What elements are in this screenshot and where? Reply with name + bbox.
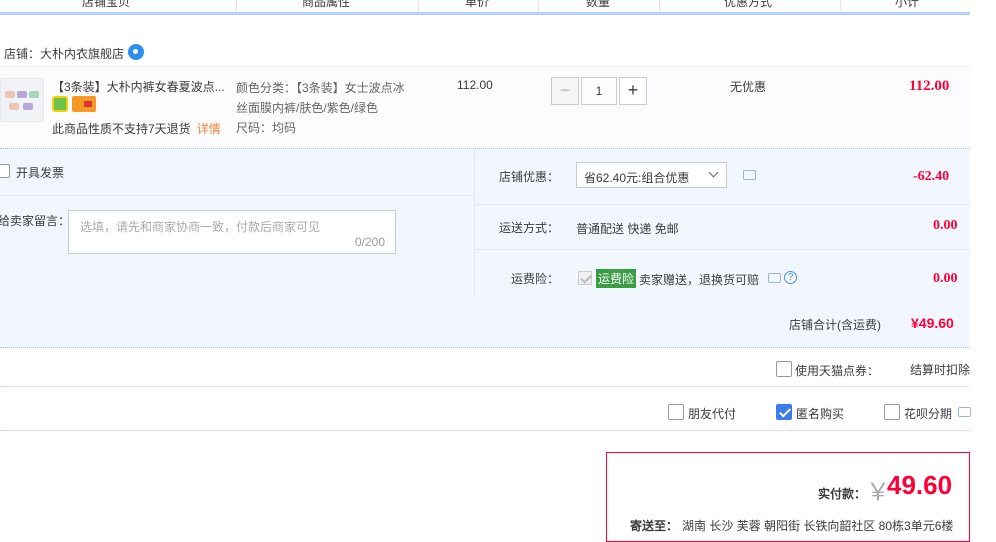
attr-size: 尺码：均码 xyxy=(236,121,297,135)
col-unit-price: 单价 xyxy=(465,0,490,9)
ship-to-label: 寄送至： xyxy=(630,519,679,533)
shop-discount-label: 店铺优惠： xyxy=(498,170,559,184)
divider xyxy=(474,148,475,296)
shipping-amount: 0.00 xyxy=(933,218,958,233)
underwear-swatch-icon xyxy=(29,91,39,98)
invoice-checkbox[interactable] xyxy=(0,164,10,178)
underwear-swatch-icon xyxy=(17,91,27,98)
discount-method: 无优惠 xyxy=(730,80,767,94)
invoice-label[interactable]: 开具发票 xyxy=(16,164,64,181)
insurance-amount: 0.00 xyxy=(933,271,958,286)
anonymous-label[interactable]: 匿名购买 xyxy=(796,405,844,422)
insurance-badge: 运费险 xyxy=(596,269,637,288)
insurance-text: 卖家赠送，退换货可赔 xyxy=(639,273,760,287)
tmall-points-note: 结算时扣除 xyxy=(910,363,971,377)
item-subtotal: 112.00 xyxy=(909,78,950,94)
huabei-label[interactable]: 花呗分期 xyxy=(904,405,952,422)
friend-pay-label[interactable]: 朋友代付 xyxy=(688,405,736,422)
comment-icon[interactable] xyxy=(958,407,971,417)
product-title-link[interactable]: 【3条装】大朴内裤女春夏波点... xyxy=(52,78,228,95)
header-underline xyxy=(0,12,970,15)
shop-total-value: ¥49.60 xyxy=(911,315,954,331)
header-divider xyxy=(538,0,539,12)
message-char-counter: 0/200 xyxy=(354,235,385,249)
unit-price: 112.00 xyxy=(457,78,493,92)
col-attributes: 商品属性 xyxy=(302,0,351,9)
divider xyxy=(475,249,970,250)
underwear-swatch-icon xyxy=(9,103,19,110)
payment-amount: 49.60 xyxy=(887,470,953,500)
shipping-method: 普通配送 快递 免邮 xyxy=(576,222,679,236)
header-divider xyxy=(418,0,419,12)
wangwang-chat-icon[interactable] xyxy=(128,44,144,60)
shipping-label: 运送方式： xyxy=(498,221,559,235)
header-divider xyxy=(840,0,841,12)
anonymous-checkbox[interactable] xyxy=(776,404,792,420)
insurance-label: 运费险： xyxy=(510,272,559,286)
payment-label: 实付款： xyxy=(818,487,867,501)
shop-discount-value: 省62.40元:组合优惠 xyxy=(584,171,690,185)
product-attributes: 颜色分类：【3条装】女士波点冰 丝面膜内裤/肤色/紫色/绿色 尺码：均码 xyxy=(236,78,405,138)
shop-total-label: 店铺合计(含运费) xyxy=(789,318,881,332)
details-link[interactable]: 详情 xyxy=(197,122,221,136)
return-notice-text: 此商品性质不支持7天退货 xyxy=(52,122,191,136)
return-notice: 此商品性质不支持7天退货 详情 xyxy=(52,120,221,137)
attr-color: 颜色分类：【3条装】女士波点冰 xyxy=(236,81,405,95)
help-icon[interactable]: ? xyxy=(784,271,797,284)
col-shop-item: 店铺宝贝 xyxy=(82,0,131,9)
divider xyxy=(475,204,970,205)
tmall-points-label[interactable]: 使用天猫点券： xyxy=(795,362,879,379)
insurance-checkbox xyxy=(578,271,592,285)
increase-button[interactable]: + xyxy=(619,77,647,105)
quantity-input[interactable]: 1 xyxy=(581,77,617,105)
underwear-swatch-icon xyxy=(5,91,15,98)
col-subtotal: 小计 xyxy=(895,0,920,9)
comment-icon[interactable] xyxy=(743,170,756,180)
divider xyxy=(0,386,970,387)
consumer-protection-icon xyxy=(52,96,68,112)
message-placeholder: 选填，请先和商家协商一致，付款后商家可见 xyxy=(80,220,321,234)
shop-discount-select[interactable]: 省62.40元:组合优惠 xyxy=(576,162,727,188)
header-divider xyxy=(659,0,660,12)
divider xyxy=(0,195,474,196)
header-divider xyxy=(236,0,237,12)
decrease-button[interactable]: − xyxy=(551,77,579,105)
ship-to-address: 湖南 长沙 芙蓉 朝阳街 长铁向韶社区 80栋3单元6楼 xyxy=(682,519,954,533)
credit-card-icon xyxy=(72,96,96,112)
friend-pay-checkbox[interactable] xyxy=(668,404,684,420)
attr-color-cont: 丝面膜内裤/肤色/紫色/绿色 xyxy=(236,101,379,115)
divider xyxy=(0,430,970,431)
col-discount: 优惠方式 xyxy=(724,0,773,9)
col-quantity: 数量 xyxy=(586,0,611,9)
seller-message-input[interactable]: 选填，请先和商家协商一致，付款后商家可见 0/200 xyxy=(68,210,396,254)
huabei-checkbox[interactable] xyxy=(884,404,900,420)
quantity-stepper: − 1 + xyxy=(551,77,647,105)
shop-discount-amount: -62.40 xyxy=(913,169,950,184)
underwear-swatch-icon xyxy=(23,103,33,110)
tmall-points-checkbox[interactable] xyxy=(776,361,792,377)
shop-name[interactable]: 店铺：大朴内衣旗舰店 xyxy=(4,45,124,62)
comment-icon[interactable] xyxy=(768,273,781,283)
chevron-down-icon xyxy=(708,167,719,178)
product-thumbnail[interactable] xyxy=(0,78,44,122)
seller-message-label: 给卖家留言： xyxy=(0,214,71,228)
